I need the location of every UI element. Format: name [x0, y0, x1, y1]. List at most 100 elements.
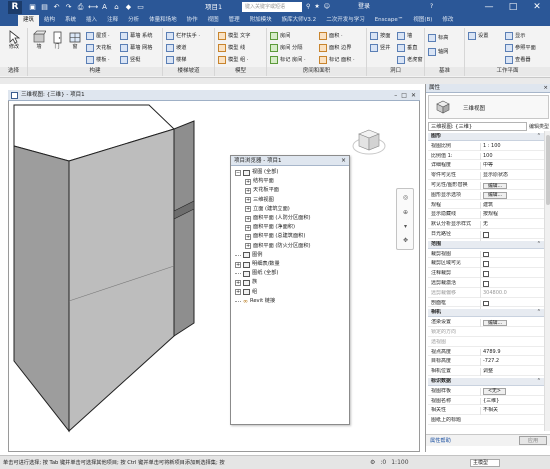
- roof-button[interactable]: 屋顶 ·: [86, 30, 110, 41]
- view-minimize-button[interactable]: –: [394, 90, 397, 101]
- property-value[interactable]: 编辑...: [480, 182, 544, 191]
- room-button[interactable]: 房间: [270, 30, 290, 41]
- room-separator-button[interactable]: 房间 分隔: [270, 42, 302, 53]
- property-row[interactable]: 视点高度 4789.9: [428, 348, 544, 357]
- property-value[interactable]: 显示原状态: [480, 172, 544, 180]
- property-value[interactable]: 4789.9: [480, 348, 544, 357]
- property-row[interactable]: 相机位置 调整: [428, 368, 544, 376]
- design-option-selector[interactable]: 主模型: [470, 459, 500, 467]
- property-checkbox[interactable]: [483, 251, 489, 258]
- show-workplane-button[interactable]: 显示: [505, 30, 525, 41]
- property-value[interactable]: 不相关: [480, 407, 544, 416]
- ribbon-tab[interactable]: 分析: [123, 15, 144, 26]
- redo-icon[interactable]: ↷: [64, 2, 73, 12]
- browser-tree-item[interactable]: + 结构平面: [245, 177, 274, 186]
- ramp-button[interactable]: 坡道: [166, 42, 186, 53]
- property-row[interactable]: 剖面框: [428, 299, 544, 310]
- property-value[interactable]: [480, 260, 544, 271]
- property-checkbox[interactable]: [483, 232, 489, 238]
- ribbon-tab[interactable]: 协作: [182, 15, 203, 26]
- stair-button[interactable]: 楼梯: [166, 54, 186, 65]
- collapse-chevron-icon[interactable]: ⌃: [537, 241, 541, 249]
- property-value[interactable]: 100: [480, 152, 544, 161]
- property-edit-button[interactable]: <无>: [483, 388, 506, 395]
- browser-tree-item[interactable]: + 面积平面 (防火分区面积): [245, 242, 311, 251]
- set-workplane-button[interactable]: 设置: [468, 30, 488, 41]
- expand-toggle-icon[interactable]: +: [245, 187, 251, 194]
- property-value[interactable]: [480, 231, 544, 242]
- property-row[interactable]: 目标高度 -727.2: [428, 358, 544, 367]
- ribbon-tab[interactable]: 体量和场地: [144, 15, 182, 26]
- browser-tree-item[interactable]: − 视图 (全部): [235, 168, 278, 177]
- 3d-view-icon[interactable]: ⌂: [112, 2, 121, 12]
- wall-opening-button[interactable]: 墙: [397, 30, 412, 41]
- browser-tree-item[interactable]: + 面积平面 (人防分区面积): [245, 214, 311, 223]
- property-checkbox[interactable]: [483, 300, 489, 307]
- property-value[interactable]: 按规程: [480, 211, 544, 220]
- property-value[interactable]: [480, 299, 544, 310]
- viewcube-icon[interactable]: [352, 126, 386, 158]
- tag-room-button[interactable]: 标记 房间 ·: [270, 54, 306, 65]
- ribbon-tab[interactable]: 二次开发与学习: [321, 15, 370, 26]
- binoculars-icon[interactable]: ⚲: [306, 2, 310, 12]
- property-value[interactable]: 304800.0: [480, 289, 544, 298]
- property-row[interactable]: 图纸上的标题: [428, 417, 544, 425]
- expand-toggle-icon[interactable]: +: [245, 233, 251, 240]
- property-row[interactable]: 相关性 不相关: [428, 407, 544, 416]
- ribbon-tab[interactable]: 系统: [60, 15, 81, 26]
- datum-group-label[interactable]: 基准: [425, 67, 464, 76]
- wall-button[interactable]: 墙: [30, 30, 48, 60]
- expand-toggle-icon[interactable]: +: [245, 224, 251, 231]
- collapse-chevron-icon[interactable]: ⌃: [537, 133, 541, 141]
- property-edit-button[interactable]: 编辑...: [483, 319, 508, 327]
- browser-tree-item[interactable]: + 天花板平面: [245, 186, 279, 195]
- browser-tree-item[interactable]: + 面积平面 (总建筑面积): [245, 232, 305, 241]
- viewer-button[interactable]: 查看器: [505, 54, 531, 65]
- property-checkbox[interactable]: [483, 281, 489, 287]
- property-row[interactable]: 可见性/图形替换 编辑...: [428, 182, 544, 191]
- property-row[interactable]: 日光路径: [428, 231, 544, 242]
- modify-button[interactable]: 修改: [5, 30, 23, 60]
- by-face-button[interactable]: 按面: [370, 30, 390, 41]
- property-row[interactable]: 注释裁剪: [428, 270, 544, 281]
- property-row[interactable]: 图形显示选项 编辑...: [428, 191, 544, 201]
- property-value[interactable]: 中等: [480, 162, 544, 171]
- browser-tree-item[interactable]: + 三维视图: [245, 196, 274, 205]
- maximize-button[interactable]: □: [502, 0, 524, 15]
- expand-toggle-icon[interactable]: +: [245, 243, 251, 250]
- save-icon[interactable]: ▤: [40, 2, 49, 12]
- apply-button[interactable]: 应用: [519, 436, 547, 445]
- tag-area-button[interactable]: 标记 面积 ·: [319, 54, 355, 65]
- expand-toggle-icon[interactable]: +: [245, 178, 251, 185]
- ribbon-tab[interactable]: 结构: [39, 15, 60, 26]
- instance-dropdown[interactable]: 三维视图: {三维}: [428, 121, 527, 131]
- ribbon-tab[interactable]: 建筑: [18, 15, 40, 26]
- property-row[interactable]: 视图名称 {三维}: [428, 397, 544, 406]
- model-line-button[interactable]: 模型 线: [218, 42, 245, 53]
- type-selector-preview[interactable]: 三维视图: [428, 95, 549, 119]
- property-row[interactable]: 比例值 1: 100: [428, 152, 544, 161]
- property-value[interactable]: [480, 280, 544, 291]
- property-value[interactable]: <无>: [480, 387, 544, 397]
- collapse-chevron-icon[interactable]: ⌃: [537, 378, 541, 386]
- ribbon-tab[interactable]: 管理: [224, 15, 245, 26]
- zoom-region-icon[interactable]: ⊕: [400, 207, 411, 218]
- property-value[interactable]: 无: [480, 221, 544, 229]
- subscription-icon[interactable]: ★: [314, 2, 319, 12]
- zoom-dropdown-icon[interactable]: ▾: [400, 221, 411, 232]
- property-value[interactable]: -727.2: [480, 358, 544, 367]
- property-edit-button[interactable]: 编辑...: [483, 182, 508, 189]
- pan-icon[interactable]: ✥: [400, 235, 411, 246]
- text-icon[interactable]: A: [100, 2, 109, 12]
- property-row[interactable]: 远剪裁激活: [428, 280, 544, 291]
- property-checkbox[interactable]: [483, 261, 489, 267]
- scale-label[interactable]: 1:100: [391, 458, 408, 468]
- ceiling-button[interactable]: 天花板: [86, 42, 112, 53]
- ribbon-tab[interactable]: 视图(B): [408, 15, 437, 26]
- user-icon[interactable]: ☺: [324, 2, 330, 12]
- property-row[interactable]: 裁剪视图: [428, 250, 544, 261]
- expand-toggle-icon[interactable]: +: [235, 289, 241, 296]
- help-button[interactable]: ?: [430, 2, 433, 12]
- opening-group-label[interactable]: 洞口: [367, 67, 424, 76]
- property-row[interactable]: 渲染设置 编辑...: [428, 319, 544, 328]
